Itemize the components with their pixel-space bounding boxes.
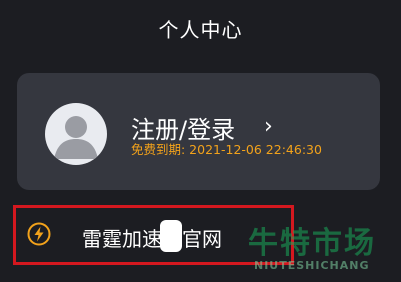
expiry-text: 免费到期: 2021-12-06 22:46:30	[131, 142, 322, 157]
chevron-right-icon[interactable]: ›	[264, 114, 273, 139]
user-silhouette-icon	[54, 116, 98, 159]
official-site-label[interactable]: 雷霆加速 官网	[82, 223, 222, 252]
watermark: 牛特市场	[248, 226, 376, 261]
redaction-mark	[160, 220, 182, 252]
watermark-subtext: NIUTESHICHANG	[254, 259, 370, 272]
avatar[interactable]	[45, 103, 107, 165]
profile-card[interactable]: 注册/登录 › 免费到期: 2021-12-06 22:46:30	[17, 73, 380, 190]
page-title: 个人中心	[158, 18, 243, 42]
lightning-icon	[27, 222, 51, 246]
